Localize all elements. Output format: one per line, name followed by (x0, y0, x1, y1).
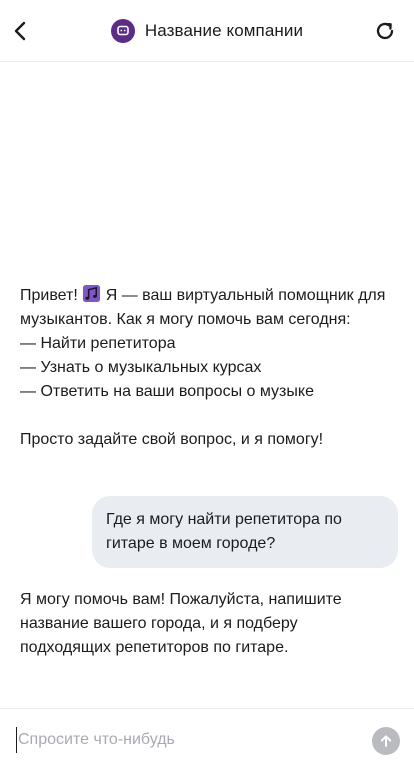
musical-notes-icon (83, 284, 101, 303)
refresh-button[interactable] (368, 14, 402, 48)
arrow-up-icon (380, 735, 392, 747)
page-title: Название компании (144, 20, 304, 40)
user-message: Где я могу найти репетитора по гитаре в … (92, 496, 398, 568)
company-brand: Название компании (110, 18, 304, 43)
chat-app: Название компании Привет! Я — ваш виртуа… (0, 0, 414, 770)
chat-bubble-icon (117, 25, 129, 35)
composer (0, 708, 414, 770)
message-input[interactable] (16, 727, 366, 753)
chevron-left-icon (14, 21, 26, 41)
company-logo (110, 18, 135, 43)
bot-message-text: Я — ваш виртуальный помощник для музыкан… (20, 287, 386, 448)
back-button[interactable] (4, 14, 38, 48)
refresh-icon (376, 22, 394, 40)
chat-messages: Привет! Я — ваш виртуальный помощник для… (0, 63, 414, 708)
header: Название компании (0, 0, 414, 62)
send-button[interactable] (372, 727, 400, 755)
bot-message: Я могу помочь вам! Пожалуйста, напишите … (20, 591, 342, 656)
bot-message: Привет! Я — ваш виртуальный помощник для… (20, 284, 390, 452)
bot-message-intro: Привет! (20, 287, 83, 304)
